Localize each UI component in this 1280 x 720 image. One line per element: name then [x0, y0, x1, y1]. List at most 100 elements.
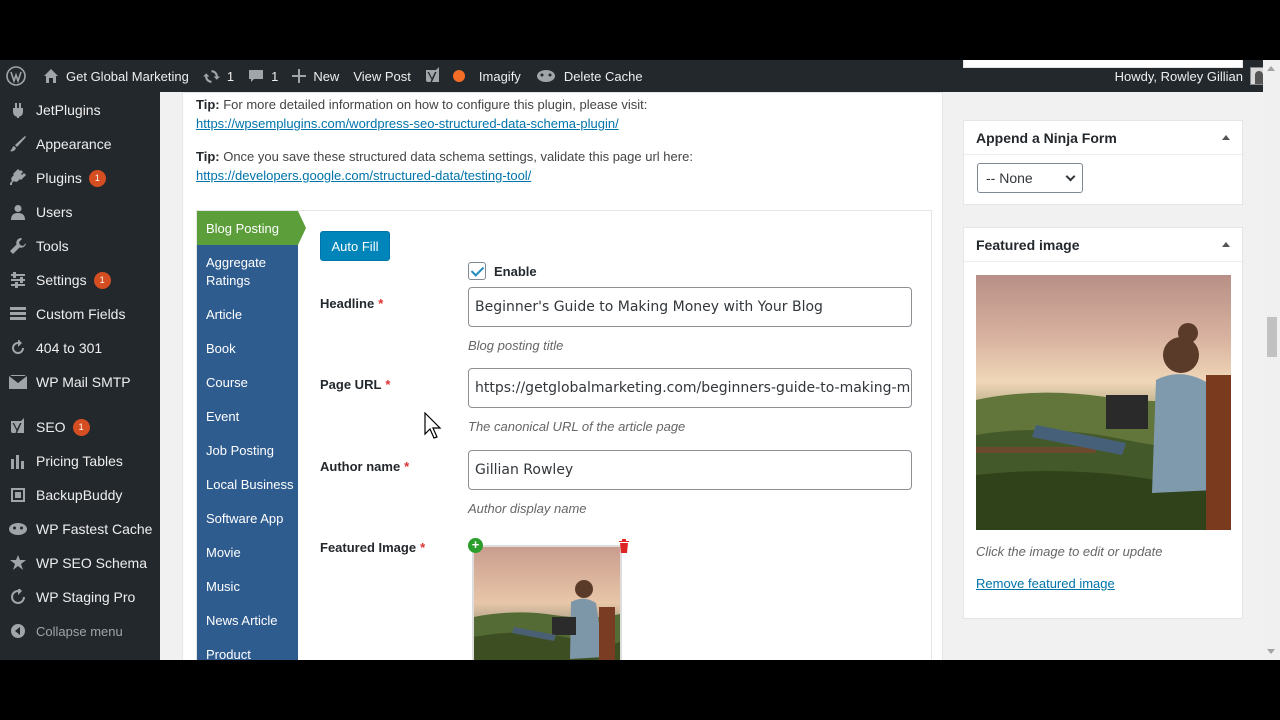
headline-input[interactable]: Beginner's Guide to Making Money with Yo…: [468, 287, 912, 327]
required-mark: *: [404, 459, 410, 474]
wordpress-logo-menu[interactable]: [0, 60, 36, 92]
featured-image-preview[interactable]: [976, 275, 1231, 530]
wordpress-icon: [6, 66, 26, 86]
page-scrollbar[interactable]: [1263, 60, 1280, 660]
tip-label: Tip:: [196, 149, 220, 164]
imagify-label: Imagify: [478, 68, 521, 84]
tab-movie[interactable]: Movie: [197, 535, 298, 569]
featured-image-field: +: [468, 538, 630, 660]
site-name-link[interactable]: Get Global Marketing: [36, 60, 196, 92]
plugin-docs-link[interactable]: https://wpsemplugins.com/wordpress-seo-s…: [196, 116, 619, 131]
toggle-arrow-icon[interactable]: [1222, 135, 1230, 140]
author-label-text: Author name: [320, 459, 401, 474]
ninja-form-metabox: Append a Ninja Form -- None: [963, 120, 1243, 205]
featured-image-header[interactable]: Featured image: [964, 228, 1242, 262]
schema-editor: Blog Posting Aggregate Ratings Article B…: [196, 210, 932, 660]
browser-viewport: Get Global Marketing 1 1 New View Post I…: [0, 60, 1280, 660]
new-content-link[interactable]: New: [285, 60, 346, 92]
tab-event[interactable]: Event: [197, 399, 298, 433]
add-image-icon[interactable]: +: [468, 538, 483, 553]
sidebar-item-label: Users: [36, 204, 73, 220]
tab-product[interactable]: Product: [197, 637, 298, 660]
sidebar-item-404-to-301[interactable]: 404 to 301: [0, 331, 160, 365]
brush-icon: [8, 134, 28, 154]
tab-local-business[interactable]: Local Business: [197, 467, 298, 501]
sidebar-item-wp-staging-pro[interactable]: WP Staging Pro: [0, 580, 160, 614]
sidebar-item-tools[interactable]: Tools: [0, 229, 160, 263]
enable-checkbox[interactable]: [468, 262, 486, 280]
ninja-form-select[interactable]: -- None: [977, 163, 1083, 193]
sidebar-item-custom-fields[interactable]: Custom Fields: [0, 297, 160, 331]
sidebar-item-label: WP SEO Schema: [36, 555, 148, 571]
tab-music[interactable]: Music: [197, 569, 298, 603]
yoast-menu[interactable]: [418, 60, 472, 92]
tab-job-posting[interactable]: Job Posting: [197, 433, 298, 467]
sidebar-item-appearance[interactable]: Appearance: [0, 127, 160, 161]
mail-icon: [8, 372, 28, 392]
remove-featured-image-link[interactable]: Remove featured image: [976, 576, 1115, 591]
settings-badge: 1: [93, 271, 111, 289]
page-url-label: Page URL *: [320, 377, 390, 392]
user-icon: [8, 202, 28, 222]
page-url-input[interactable]: https://getglobalmarketing.com/beginners…: [468, 368, 912, 408]
ninja-form-header[interactable]: Append a Ninja Form: [964, 121, 1242, 155]
featured-image-metabox: Featured image Click the image to edit o…: [963, 227, 1243, 619]
auto-fill-button[interactable]: Auto Fill: [320, 231, 390, 261]
updates-link[interactable]: 1: [196, 60, 241, 92]
sidebar-item-seo[interactable]: SEO 1: [0, 410, 160, 444]
tip-2: Tip: Once you save these structured data…: [196, 147, 693, 185]
sidebar-item-label: WP Fastest Cache: [36, 521, 153, 537]
enable-toggle[interactable]: Enable: [468, 262, 537, 280]
author-name-input[interactable]: Gillian Rowley: [468, 450, 912, 490]
sidebar-item-users[interactable]: Users: [0, 195, 160, 229]
required-mark: *: [378, 296, 384, 311]
headline-help: Blog posting title: [468, 338, 564, 353]
tab-article[interactable]: Article: [197, 297, 298, 331]
plug-icon: [8, 168, 28, 188]
featured-image-thumbnail[interactable]: [472, 545, 622, 660]
plus-icon: [292, 69, 307, 83]
tab-news-article[interactable]: News Article: [197, 603, 298, 637]
trash-icon[interactable]: [618, 538, 630, 553]
view-post-link[interactable]: View Post: [346, 60, 418, 92]
tab-blog-posting[interactable]: Blog Posting: [197, 211, 306, 245]
sidebar-item-jetplugins[interactable]: JetPlugins: [0, 93, 160, 127]
sidebar-item-wp-mail-smtp[interactable]: WP Mail SMTP: [0, 365, 160, 399]
testing-tool-link[interactable]: https://developers.google.com/structured…: [196, 168, 531, 183]
site-name: Get Global Marketing: [66, 68, 189, 84]
schema-type-tabs: Blog Posting Aggregate Ratings Article B…: [197, 211, 306, 660]
delete-cache-link[interactable]: Delete Cache: [528, 60, 650, 92]
new-label: New: [313, 68, 340, 84]
sidebar-item-backupbuddy[interactable]: BackupBuddy: [0, 478, 160, 512]
sidebar-item-label: JetPlugins: [36, 102, 101, 118]
ninja-form-title: Append a Ninja Form: [976, 129, 1117, 146]
scroll-down-icon[interactable]: [1267, 649, 1275, 654]
tab-book[interactable]: Book: [197, 331, 298, 365]
featured-image-label-text: Featured Image: [320, 540, 417, 555]
imagify-link[interactable]: Imagify: [472, 60, 528, 92]
sidebar-item-wp-seo-schema[interactable]: WP SEO Schema: [0, 546, 160, 580]
sidebar-item-pricing-tables[interactable]: Pricing Tables: [0, 444, 160, 478]
updates-count: 1: [226, 68, 235, 84]
tab-aggregate-ratings[interactable]: Aggregate Ratings: [197, 245, 298, 297]
featured-image-help: Click the image to edit or update: [976, 544, 1163, 559]
comments-link[interactable]: 1: [241, 60, 285, 92]
sidebar-item-label: Settings: [36, 272, 87, 288]
howdy-text: Howdy, Rowley Gillian: [1114, 68, 1243, 84]
tab-software-app[interactable]: Software App: [197, 501, 298, 535]
collapse-menu-button[interactable]: Collapse menu: [0, 614, 160, 648]
sidebar-item-label: Custom Fields: [36, 306, 126, 322]
sidebar-item-plugins[interactable]: Plugins 1: [0, 161, 160, 195]
scrollbar-thumb[interactable]: [1267, 317, 1277, 357]
sidebar-item-settings[interactable]: Settings 1: [0, 263, 160, 297]
sidebar-item-label: Tools: [36, 238, 69, 254]
sidebar-item-wp-fastest-cache[interactable]: WP Fastest Cache: [0, 512, 160, 546]
mouse-cursor-icon: [424, 412, 442, 439]
scroll-up-icon[interactable]: [1267, 66, 1275, 71]
tab-course[interactable]: Course: [197, 365, 298, 399]
updates-icon: [202, 69, 220, 83]
seo-badge: 1: [72, 418, 90, 436]
sidebar-item-label: SEO: [36, 419, 66, 435]
toggle-arrow-icon[interactable]: [1222, 242, 1230, 247]
admin-side-menu: JetPlugins Appearance Plugins 1 Users To…: [0, 92, 160, 660]
